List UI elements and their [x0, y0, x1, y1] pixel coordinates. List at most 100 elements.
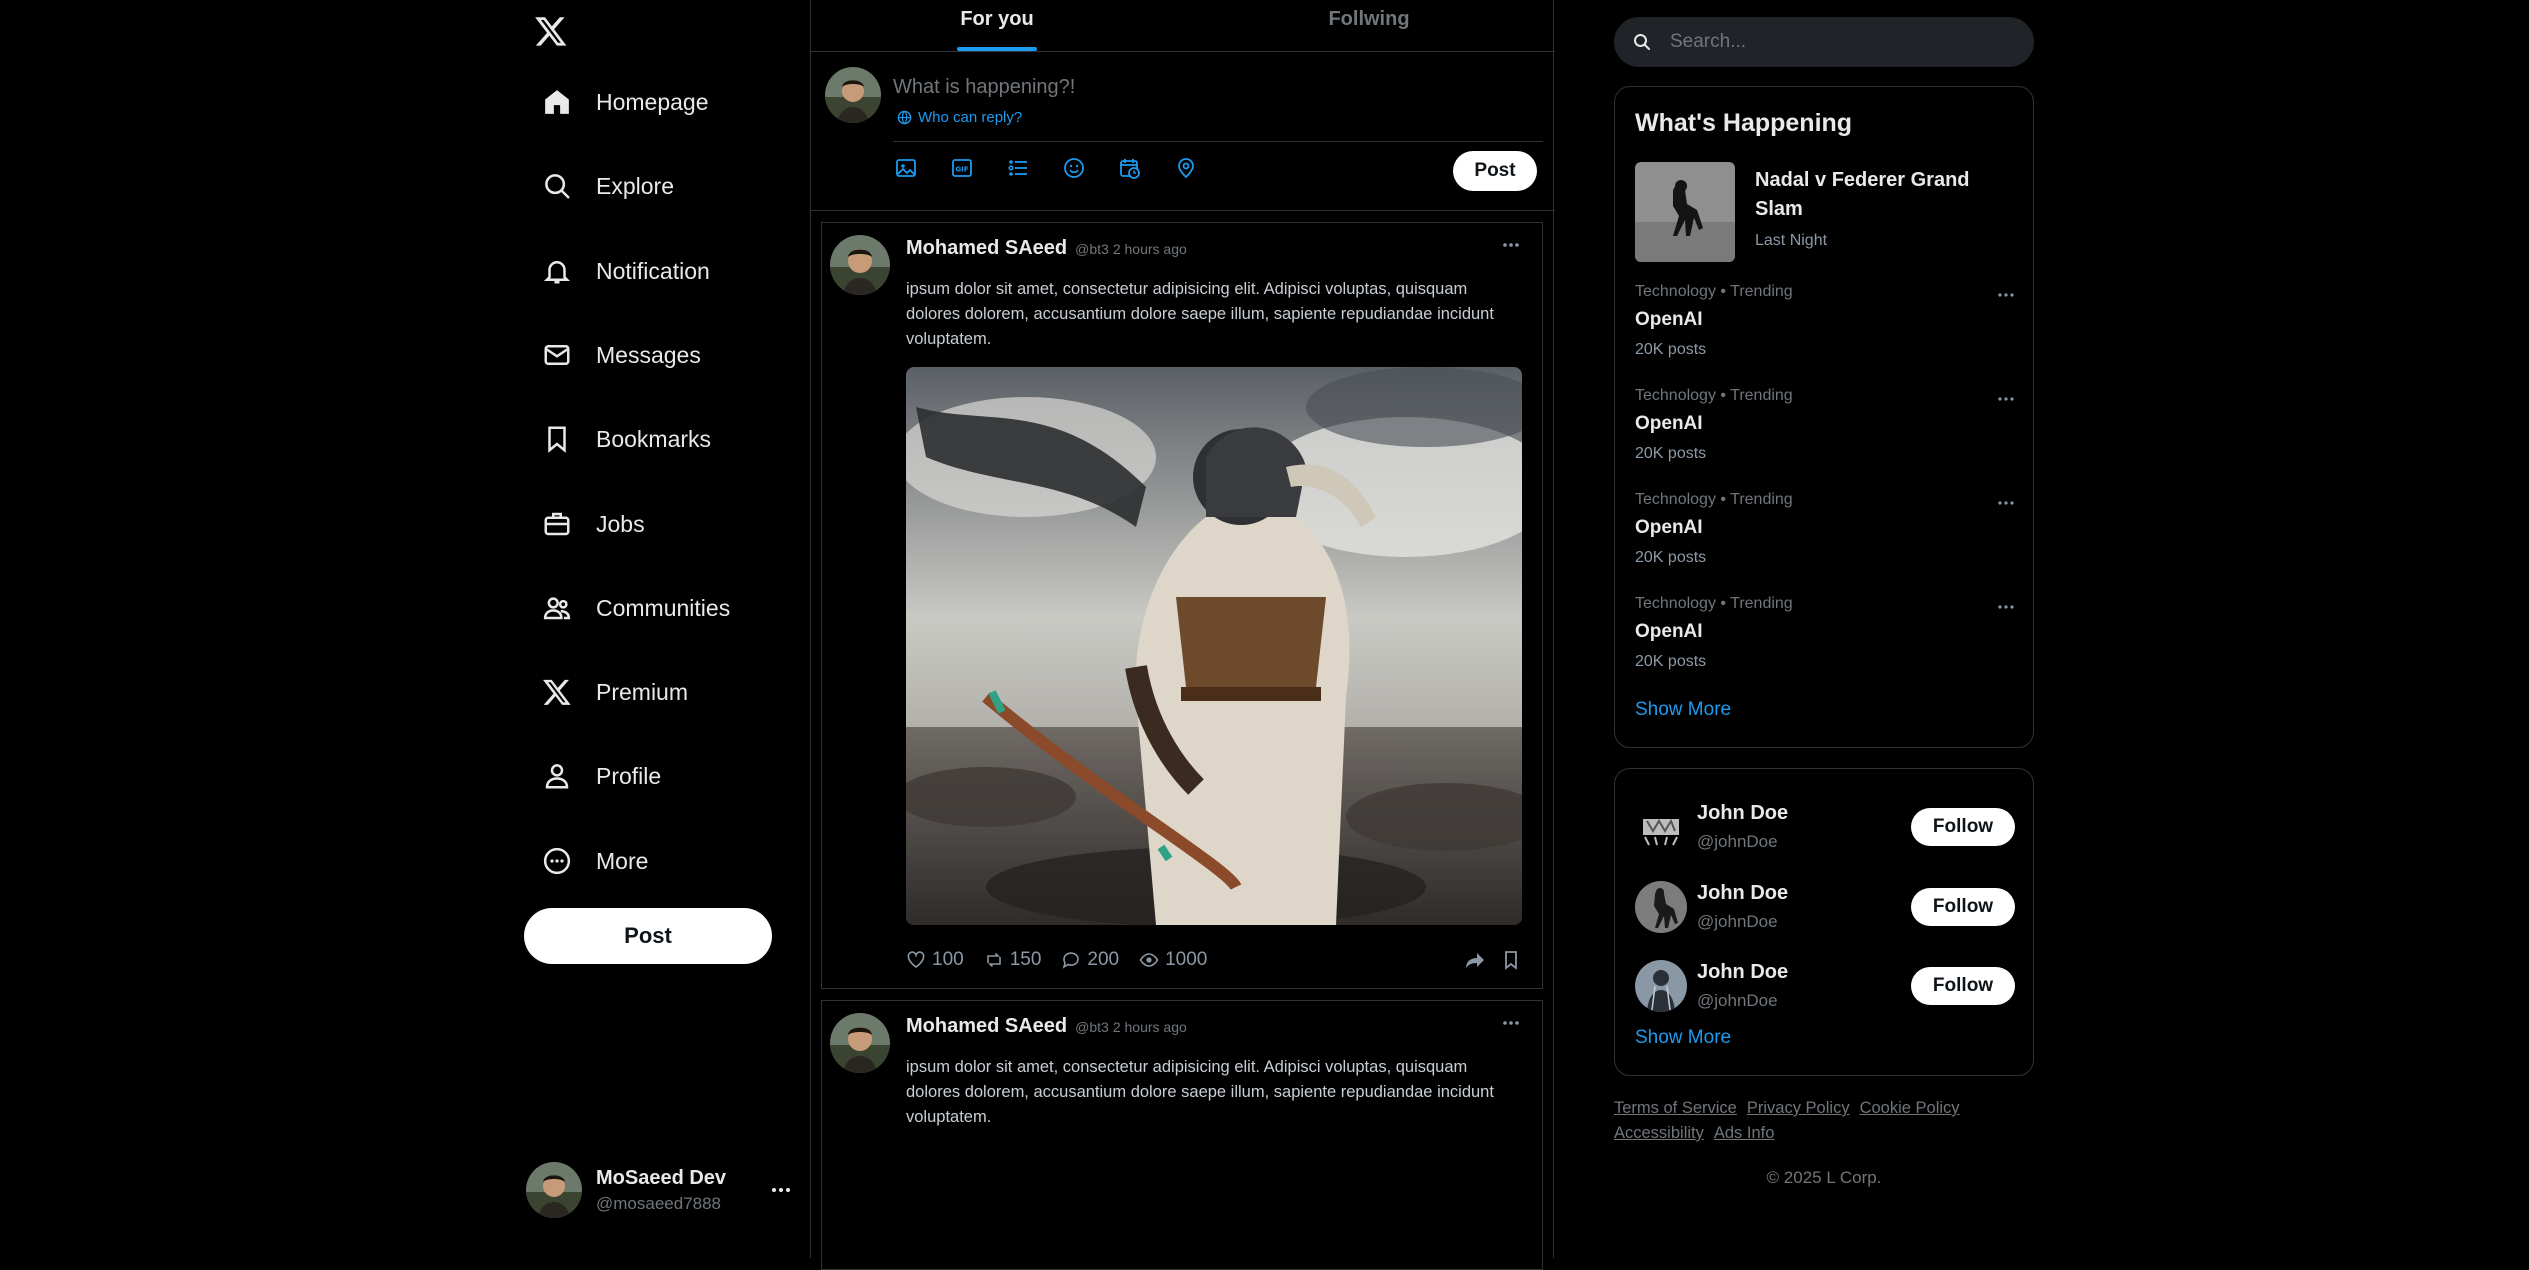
gif-icon[interactable]: GIF — [951, 157, 973, 179]
reply-settings-label: Who can reply? — [918, 109, 1023, 126]
footer-link-cookie[interactable]: Cookie Policy — [1860, 1099, 1960, 1117]
footer-link-terms[interactable]: Terms of Service — [1614, 1099, 1737, 1117]
account-name: MoSaeed Dev — [596, 1166, 727, 1189]
show-more-link[interactable]: Show More — [1635, 1027, 1731, 1049]
briefcase-icon — [542, 509, 572, 539]
search-bar[interactable] — [1614, 17, 2034, 67]
account-switcher[interactable]: MoSaeed Dev @mosaeed7888 — [526, 1156, 796, 1224]
trend-count: 20K posts — [1635, 341, 1707, 358]
featured-event-image — [1635, 162, 1735, 262]
share-icon[interactable] — [1464, 949, 1486, 971]
search-icon — [542, 171, 572, 201]
tweet-text: ipsum dolor sit amet, consectetur adipis… — [906, 1058, 1494, 1126]
follow-suggestion[interactable]: John Doe @johnDoe Follow — [1635, 875, 2015, 939]
follow-button[interactable]: Follow — [1911, 808, 2015, 846]
like-button[interactable]: 100 — [906, 949, 964, 971]
nav-item-notification[interactable]: Notification — [528, 241, 724, 301]
featured-event[interactable]: Nadal v Federer Grand Slam Last Night — [1635, 162, 2005, 262]
timeline-tabs: For you Follwing — [811, 0, 1555, 52]
trend-name: OpenAI — [1635, 413, 1703, 434]
trend-count: 20K posts — [1635, 549, 1707, 566]
tweet[interactable]: Mohamed SAeed @bt3 2 hours ago ipsum dol… — [821, 1000, 1543, 1270]
nav-item-profile[interactable]: Profile — [528, 746, 675, 806]
nav-item-messages[interactable]: Messages — [528, 325, 715, 385]
compose-post-button[interactable]: Post — [1453, 151, 1537, 191]
user-handle: @johnDoe — [1697, 832, 1778, 851]
x-logo-icon[interactable] — [534, 14, 568, 48]
footer-link-privacy[interactable]: Privacy Policy — [1747, 1099, 1850, 1117]
reply-settings[interactable]: Who can reply? — [897, 109, 1022, 126]
nav-label: More — [596, 847, 649, 874]
trend-category: Technology • Trending — [1635, 387, 1793, 404]
tab-for-you[interactable]: For you — [811, 0, 1183, 51]
poll-icon[interactable] — [1007, 157, 1029, 179]
whats-happening-panel: What's Happening Nadal v Federer Grand S… — [1614, 86, 2034, 748]
who-to-follow-panel: John Doe @johnDoe Follow John Doe @johnD… — [1614, 768, 2034, 1076]
trend-item[interactable]: Technology • Trending OpenAI 20K posts — [1635, 283, 2019, 363]
emoji-icon[interactable] — [1063, 157, 1085, 179]
nav-item-premium[interactable]: Premium — [528, 662, 702, 722]
nav-label: Profile — [596, 762, 662, 789]
comment-icon — [1061, 950, 1081, 970]
nav-item-communities[interactable]: Communities — [528, 578, 744, 638]
follow-button[interactable]: Follow — [1911, 888, 2015, 926]
show-more-link[interactable]: Show More — [1635, 699, 1731, 721]
avatar — [1635, 881, 1687, 933]
user-name: John Doe — [1697, 882, 1789, 904]
retweet-count: 150 — [1009, 949, 1042, 970]
nav-label: Notification — [596, 257, 710, 284]
home-icon — [542, 87, 572, 117]
post-button[interactable]: Post — [524, 908, 772, 964]
footer-link-accessibility[interactable]: Accessibility — [1614, 1124, 1704, 1142]
more-circle-icon — [542, 846, 572, 876]
bookmark-icon[interactable] — [1500, 949, 1522, 971]
tweet-author-name[interactable]: Mohamed SAeed — [906, 237, 1067, 260]
avatar[interactable] — [830, 235, 890, 295]
tab-label: Follwing — [1328, 8, 1410, 30]
trend-item[interactable]: Technology • Trending OpenAI 20K posts — [1635, 491, 2019, 571]
x-logo-icon — [542, 677, 572, 707]
follow-suggestion[interactable]: John Doe @johnDoe Follow — [1635, 954, 2015, 1018]
tweet[interactable]: Mohamed SAeed @bt3 2 hours ago ipsum dol… — [821, 222, 1543, 989]
footer-link-ads-info[interactable]: Ads Info — [1714, 1124, 1775, 1142]
copyright: © 2025 L Corp. — [1766, 1168, 1882, 1187]
reply-button[interactable]: 200 — [1061, 949, 1119, 971]
image-icon[interactable] — [895, 157, 917, 179]
nav-item-explore[interactable]: Explore — [528, 156, 688, 216]
search-icon — [1632, 32, 1652, 52]
follow-suggestion[interactable]: John Doe @johnDoe Follow — [1635, 795, 2015, 859]
trend-name: OpenAI — [1635, 309, 1703, 330]
avatar — [526, 1162, 582, 1218]
trend-item[interactable]: Technology • Trending OpenAI 20K posts — [1635, 387, 2019, 467]
featured-event-subtitle: Last Night — [1755, 232, 1828, 249]
search-input[interactable] — [1670, 31, 2010, 53]
compose-input[interactable] — [893, 71, 1513, 103]
avatar[interactable] — [830, 1013, 890, 1073]
nav-item-bookmarks[interactable]: Bookmarks — [528, 409, 725, 469]
tab-following[interactable]: Follwing — [1183, 0, 1555, 51]
more-horizontal-icon[interactable] — [1995, 601, 2017, 613]
post-composer: Who can reply? GIF Post — [811, 53, 1555, 211]
nav-item-more[interactable]: More — [528, 831, 662, 891]
more-horizontal-icon[interactable] — [766, 1178, 796, 1202]
nav-item-jobs[interactable]: Jobs — [528, 494, 659, 554]
reply-count: 200 — [1087, 949, 1120, 970]
location-icon[interactable] — [1175, 157, 1197, 179]
more-horizontal-icon[interactable] — [1995, 289, 2017, 301]
nav-label: Jobs — [596, 510, 645, 537]
mail-icon — [542, 340, 572, 370]
more-horizontal-icon[interactable] — [1995, 497, 2017, 509]
retweet-button[interactable]: 150 — [984, 949, 1042, 971]
more-horizontal-icon[interactable] — [1500, 239, 1522, 251]
nav-item-homepage[interactable]: Homepage — [528, 72, 723, 132]
more-horizontal-icon[interactable] — [1500, 1017, 1522, 1029]
tweet-image[interactable] — [906, 367, 1522, 925]
tweet-author-name[interactable]: Mohamed SAeed — [906, 1015, 1067, 1038]
schedule-icon[interactable] — [1119, 157, 1141, 179]
views-button[interactable]: 1000 — [1139, 949, 1207, 971]
left-sidebar: Homepage Explore Notification Messages B… — [520, 0, 810, 1258]
more-horizontal-icon[interactable] — [1995, 393, 2017, 405]
trend-item[interactable]: Technology • Trending OpenAI 20K posts — [1635, 595, 2019, 675]
right-sidebar: What's Happening Nadal v Federer Grand S… — [1614, 0, 2034, 1258]
follow-button[interactable]: Follow — [1911, 967, 2015, 1005]
